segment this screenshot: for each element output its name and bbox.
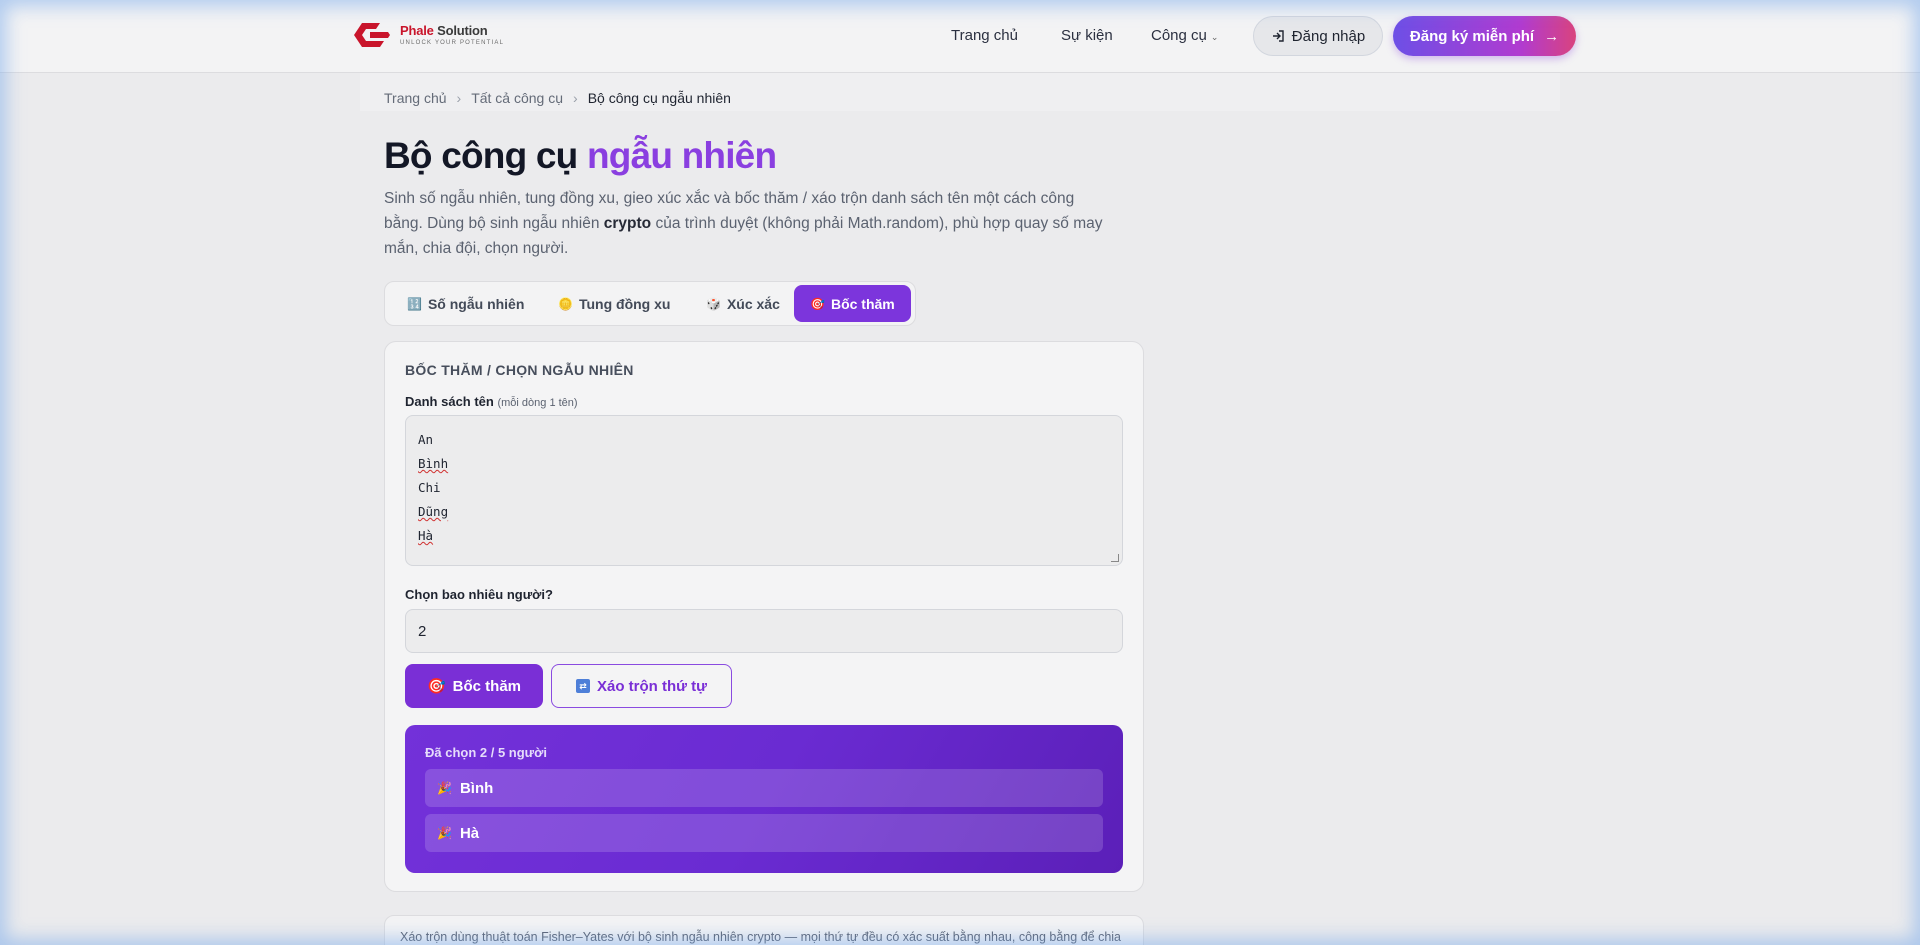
page-title: Bộ công cụ ngẫu nhiên xyxy=(384,135,777,176)
tool-tabs: 🔢 Số ngẫu nhiên 🪙 Tung đồng xu 🎲 Xúc xắc… xyxy=(384,281,916,326)
party-icon: 🎉 xyxy=(437,781,452,795)
count-label: Chọn bao nhiêu người? xyxy=(405,587,553,602)
breadcrumb-all-tools[interactable]: Tất cả công cụ xyxy=(471,90,563,106)
numbers-icon: 🔢 xyxy=(407,296,422,311)
login-button[interactable]: Đăng nhập xyxy=(1253,16,1383,56)
tab-coin-flip[interactable]: 🪙 Tung đồng xu xyxy=(542,285,686,322)
name-line: Bình xyxy=(418,456,449,471)
count-input[interactable]: 2 xyxy=(405,609,1123,653)
tab-random-number[interactable]: 🔢 Số ngẫu nhiên xyxy=(391,285,540,322)
party-icon: 🎉 xyxy=(437,826,452,840)
result-item: 🎉 Bình xyxy=(425,769,1103,807)
dice-icon: 🎲 xyxy=(706,296,721,311)
names-label: Danh sách tên (mỗi dòng 1 tên) xyxy=(405,394,578,409)
tab-dice[interactable]: 🎲 Xúc xắc xyxy=(690,285,796,322)
chevron-right-icon: › xyxy=(456,90,462,106)
shuffle-icon: ⇄ xyxy=(575,679,590,693)
breadcrumb: Trang chủ › Tất cả công cụ › Bộ công cụ … xyxy=(384,90,731,106)
info-note: Xáo trộn dùng thuật toán Fisher–Yates vớ… xyxy=(384,915,1144,945)
nav-home[interactable]: Trang chủ xyxy=(951,27,1018,44)
page-description: Sinh số ngẫu nhiên, tung đồng xu, gieo x… xyxy=(384,190,1103,257)
login-icon xyxy=(1272,30,1284,42)
draw-button[interactable]: 🎯 Bốc thăm xyxy=(405,664,543,708)
name-line: Chi xyxy=(418,480,441,495)
target-icon: 🎯 xyxy=(426,678,446,695)
target-icon: 🎯 xyxy=(810,296,825,311)
brand-name: Phale Solution xyxy=(400,23,488,38)
coin-icon: 🪙 xyxy=(558,296,573,311)
brand-tagline: UNLOCK YOUR POTENTIAL xyxy=(400,40,505,46)
arrow-right-icon: → xyxy=(1544,27,1560,45)
name-line: Hà xyxy=(418,528,434,543)
site-header: Phale Solution UNLOCK YOUR POTENTIAL Tra… xyxy=(0,0,1920,73)
breadcrumb-current: Bộ công cụ ngẫu nhiên xyxy=(587,90,731,106)
signup-button[interactable]: Đăng ký miễn phí → xyxy=(1393,16,1576,56)
nav-tools[interactable]: Công cụ ⌄ xyxy=(1151,27,1218,44)
result-heading: Đã chọn 2 / 5 người xyxy=(425,745,547,760)
names-textarea[interactable]: An Bình Chi Dũng Hà xyxy=(405,415,1123,566)
resize-handle[interactable] xyxy=(1111,554,1119,562)
tab-draw[interactable]: 🎯 Bốc thăm xyxy=(794,285,911,322)
chevron-right-icon: › xyxy=(573,90,578,106)
result-panel: Đã chọn 2 / 5 người 🎉 Bình 🎉 Hà xyxy=(405,725,1123,873)
draw-card: BỐC THĂM / CHỌN NGẪU NHIÊN Danh sách tên… xyxy=(384,341,1144,892)
logo[interactable]: Phale Solution UNLOCK YOUR POTENTIAL xyxy=(350,20,504,50)
result-item: 🎉 Hà xyxy=(425,814,1103,852)
nav-events[interactable]: Sự kiện xyxy=(1061,27,1113,44)
breadcrumb-home[interactable]: Trang chủ xyxy=(384,90,447,106)
phale-logo-icon xyxy=(354,23,390,47)
card-title: BỐC THĂM / CHỌN NGẪU NHIÊN xyxy=(405,362,634,378)
shuffle-button[interactable]: ⇄ Xáo trộn thứ tự xyxy=(551,664,732,708)
chevron-down-icon: ⌄ xyxy=(1210,32,1219,42)
name-line: Dũng xyxy=(418,504,449,519)
name-line: An xyxy=(418,432,434,447)
